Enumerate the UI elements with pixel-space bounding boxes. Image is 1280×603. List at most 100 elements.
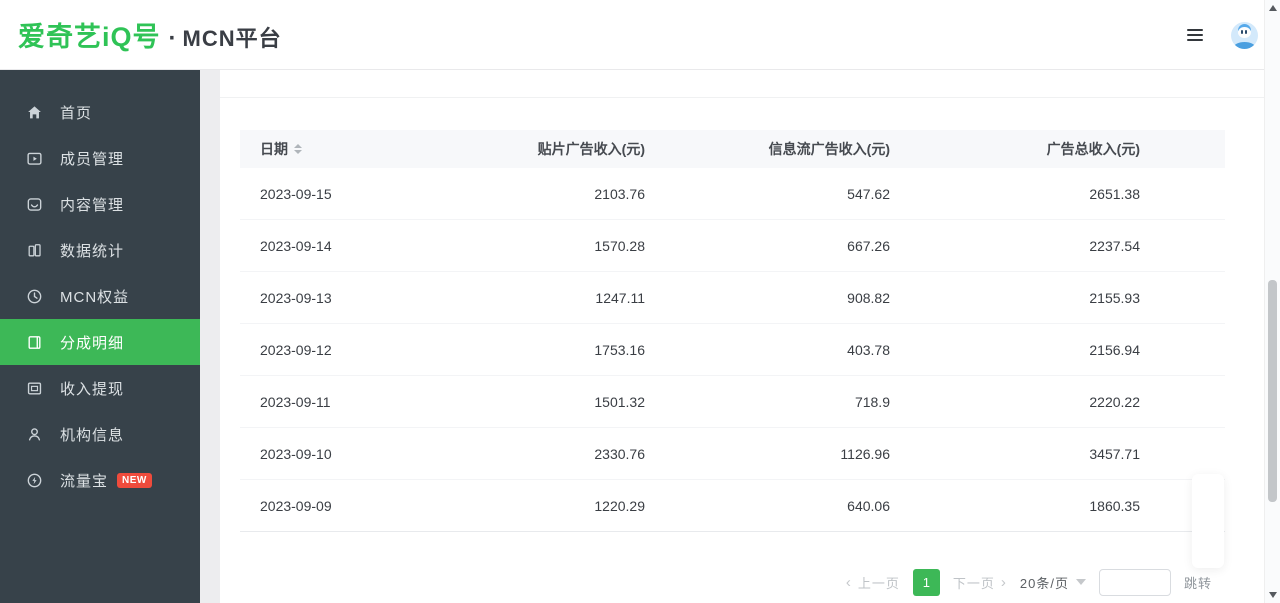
ledger-icon xyxy=(26,334,43,351)
revenue-table: 日期 贴片广告收入(元) 信息流广告收入(元) 广告总收入(元) 2023-09… xyxy=(240,130,1225,532)
cell-total-revenue: 2155.93 xyxy=(890,290,1140,306)
table-row: 2023-09-09 1220.29 640.06 1860.35 xyxy=(240,480,1225,532)
sidebar-item-label: 机构信息 xyxy=(60,424,124,445)
sidebar-item-label: 数据统计 xyxy=(60,240,124,261)
sidebar-item-label: 流量宝 xyxy=(60,470,108,491)
wallet-icon xyxy=(26,380,43,397)
cell-preroll-revenue: 1753.16 xyxy=(460,342,645,358)
cell-feed-revenue: 547.62 xyxy=(645,186,890,202)
sidebar-item-label: MCN权益 xyxy=(60,286,129,307)
page-size-select[interactable]: 20条/页 xyxy=(1020,573,1086,592)
table-row: 2023-09-12 1753.16 403.78 2156.94 xyxy=(240,324,1225,376)
jump-button[interactable]: 跳转 xyxy=(1184,573,1212,592)
table-row: 2023-09-13 1247.11 908.82 2155.93 xyxy=(240,272,1225,324)
sidebar-item-revenue-split-detail[interactable]: 分成明细 xyxy=(0,319,200,365)
lightning-icon xyxy=(26,472,43,489)
cell-feed-revenue: 667.26 xyxy=(645,238,890,254)
main-content: 日期 贴片广告收入(元) 信息流广告收入(元) 广告总收入(元) 2023-09… xyxy=(200,70,1280,603)
cell-preroll-revenue: 1220.29 xyxy=(460,498,645,514)
sidebar-item-label: 成员管理 xyxy=(60,148,124,169)
sidebar-item-mcn-rights[interactable]: MCN权益 xyxy=(0,273,200,319)
cell-total-revenue: 2220.22 xyxy=(890,394,1140,410)
scroll-down-icon[interactable] xyxy=(1269,592,1277,598)
sidebar-item-label: 收入提现 xyxy=(60,378,124,399)
sidebar-item-member-management[interactable]: 成员管理 xyxy=(0,135,200,181)
chevron-right-icon: › xyxy=(1001,575,1007,590)
page-number-button[interactable]: 1 xyxy=(913,569,940,596)
content-icon xyxy=(26,196,43,213)
cell-preroll-revenue: 1247.11 xyxy=(460,290,645,306)
table-body: 2023-09-15 2103.76 547.62 2651.38 2023-0… xyxy=(240,168,1225,532)
column-header-feed-revenue: 信息流广告收入(元) xyxy=(645,139,890,159)
cell-total-revenue: 2156.94 xyxy=(890,342,1140,358)
sidebar-item-label: 首页 xyxy=(60,102,92,123)
cell-feed-revenue: 718.9 xyxy=(645,394,890,410)
scrollbar-thumb[interactable] xyxy=(1268,280,1277,502)
column-header-date[interactable]: 日期 xyxy=(240,139,460,159)
table-row: 2023-09-11 1501.32 718.9 2220.22 xyxy=(240,376,1225,428)
cell-total-revenue: 2651.38 xyxy=(890,186,1140,202)
sort-icon[interactable] xyxy=(294,144,302,154)
cell-preroll-revenue: 1501.32 xyxy=(460,394,645,410)
user-avatar[interactable] xyxy=(1231,22,1258,49)
scroll-up-icon[interactable] xyxy=(1269,5,1277,11)
members-icon xyxy=(26,150,43,167)
section-divider xyxy=(220,97,1264,98)
sidebar-item-content-management[interactable]: 内容管理 xyxy=(0,181,200,227)
logo-separator: · xyxy=(169,25,177,53)
table-row: 2023-09-15 2103.76 547.62 2651.38 xyxy=(240,168,1225,220)
stats-icon xyxy=(26,242,43,259)
clock-icon xyxy=(26,288,43,305)
cell-total-revenue: 1860.35 xyxy=(890,498,1140,514)
menu-icon[interactable] xyxy=(1187,29,1203,41)
avatar-eye xyxy=(1241,30,1243,34)
cell-preroll-revenue: 2330.76 xyxy=(460,446,645,462)
sidebar-item-traffic-booster[interactable]: 流量宝 NEW xyxy=(0,457,200,503)
cell-feed-revenue: 1126.96 xyxy=(645,446,890,462)
cell-preroll-revenue: 2103.76 xyxy=(460,186,645,202)
next-page-button[interactable]: 下一页 › xyxy=(953,573,1007,592)
logo-brand-text: 爱奇艺iQ号 xyxy=(18,15,161,54)
sidebar-item-income-withdrawal[interactable]: 收入提现 xyxy=(0,365,200,411)
sidebar-item-label: 分成明细 xyxy=(60,332,124,353)
sidebar-nav: 首页 成员管理 内容管理 数据统计 MCN权益 分成明细 收入提现 机构信息 xyxy=(0,70,200,603)
chevron-down-icon xyxy=(1076,579,1086,585)
prev-page-button[interactable]: ‹ 上一页 xyxy=(846,573,900,592)
vertical-scrollbar[interactable] xyxy=(1264,0,1280,603)
pagination: ‹ 上一页 1 下一页 › 20条/页 跳转 xyxy=(846,567,1212,597)
sidebar-item-home[interactable]: 首页 xyxy=(0,89,200,135)
table-header-row: 日期 贴片广告收入(元) 信息流广告收入(元) 广告总收入(元) xyxy=(240,130,1225,168)
content-card: 日期 贴片广告收入(元) 信息流广告收入(元) 广告总收入(元) 2023-09… xyxy=(220,70,1264,603)
table-row: 2023-09-14 1570.28 667.26 2237.54 xyxy=(240,220,1225,272)
jump-page-input[interactable] xyxy=(1099,569,1171,596)
cell-date: 2023-09-14 xyxy=(240,238,460,254)
cell-date: 2023-09-11 xyxy=(240,394,460,410)
cell-date: 2023-09-12 xyxy=(240,342,460,358)
new-badge: NEW xyxy=(117,473,152,488)
sidebar-item-organization-info[interactable]: 机构信息 xyxy=(0,411,200,457)
app-logo[interactable]: 爱奇艺iQ号 · MCN平台 xyxy=(18,15,282,54)
sidebar-item-data-statistics[interactable]: 数据统计 xyxy=(0,227,200,273)
floating-panel xyxy=(1192,474,1224,568)
cell-total-revenue: 3457.71 xyxy=(890,446,1140,462)
cell-date: 2023-09-13 xyxy=(240,290,460,306)
cell-feed-revenue: 908.82 xyxy=(645,290,890,306)
column-header-total-revenue: 广告总收入(元) xyxy=(890,139,1140,159)
home-icon xyxy=(26,104,43,121)
logo-platform-text: MCN平台 xyxy=(183,21,282,53)
cell-date: 2023-09-10 xyxy=(240,446,460,462)
cell-total-revenue: 2237.54 xyxy=(890,238,1140,254)
person-icon xyxy=(26,426,43,443)
column-header-preroll-revenue: 贴片广告收入(元) xyxy=(460,139,645,159)
cell-feed-revenue: 640.06 xyxy=(645,498,890,514)
avatar-eye xyxy=(1245,30,1247,34)
chevron-left-icon: ‹ xyxy=(846,575,852,590)
sidebar-item-label: 内容管理 xyxy=(60,194,124,215)
cell-feed-revenue: 403.78 xyxy=(645,342,890,358)
avatar-body xyxy=(1234,42,1255,49)
top-bar: 爱奇艺iQ号 · MCN平台 xyxy=(0,0,1280,70)
table-row: 2023-09-10 2330.76 1126.96 3457.71 xyxy=(240,428,1225,480)
cell-date: 2023-09-09 xyxy=(240,498,460,514)
cell-date: 2023-09-15 xyxy=(240,186,460,202)
cell-preroll-revenue: 1570.28 xyxy=(460,238,645,254)
